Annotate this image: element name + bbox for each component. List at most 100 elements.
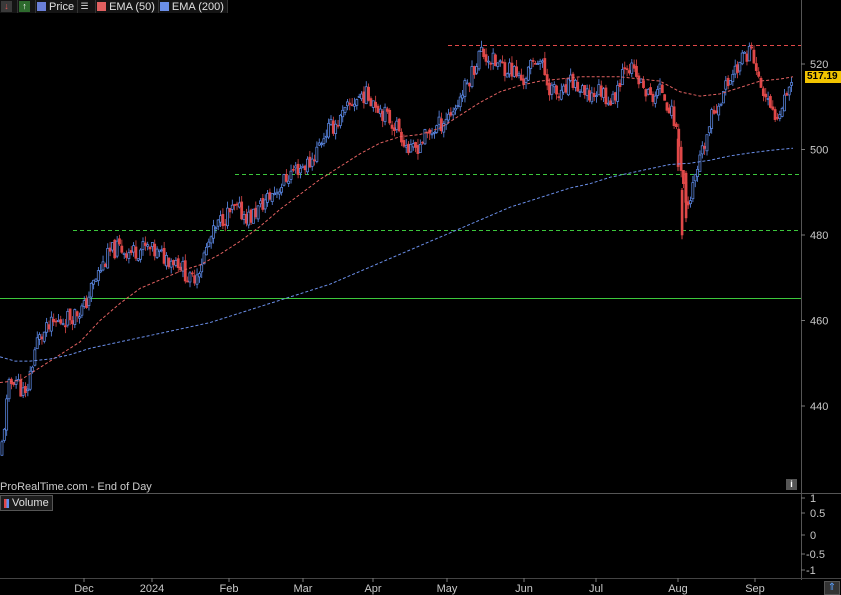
candle (477, 49, 481, 71)
candle-body (411, 143, 415, 148)
price-down-icon[interactable]: ↓ (0, 0, 18, 13)
candle-body (296, 163, 300, 175)
candle-body (573, 79, 577, 88)
candle-body (294, 165, 298, 169)
candle (388, 108, 392, 126)
legend-price[interactable]: Price (36, 0, 79, 13)
candle-body (569, 74, 573, 81)
candle-body (440, 118, 443, 132)
candle-body (597, 84, 601, 96)
candle-body (409, 144, 413, 153)
candle-body (235, 203, 239, 206)
x-tick-label: 2024 (140, 583, 164, 595)
candle-body (367, 86, 370, 101)
candle-body (743, 51, 746, 54)
candle-body (89, 283, 93, 298)
candle-body (343, 106, 347, 113)
candle-body (360, 93, 363, 100)
candle-body (362, 91, 366, 104)
candle-body (169, 260, 173, 268)
candle-body (301, 165, 305, 168)
candle-body (660, 84, 664, 94)
candle-body (71, 320, 74, 325)
candle (249, 208, 253, 225)
candle-body (68, 308, 72, 321)
candle-body (790, 82, 793, 86)
candle-body (754, 63, 758, 71)
candle-body (348, 102, 352, 105)
candle-body (346, 101, 349, 107)
menu-icon[interactable]: ☰ (78, 0, 97, 13)
candle-body (73, 309, 77, 325)
candle-body (487, 60, 490, 63)
candle-body (214, 227, 218, 230)
candle-body (357, 95, 361, 98)
candle-body (461, 94, 464, 99)
candle-body (646, 88, 650, 95)
candle-body (320, 143, 323, 146)
candle-body (80, 305, 84, 316)
volume-panel-label[interactable]: Volume (0, 495, 53, 511)
candle-body (369, 98, 373, 107)
candle-body (252, 208, 255, 224)
candle-body (783, 94, 786, 112)
candle-body (759, 77, 763, 88)
candle-body (221, 214, 225, 227)
candle-body (766, 98, 770, 100)
candle-body (327, 123, 330, 138)
candle-body (63, 325, 67, 328)
volume-color-swatch (4, 498, 9, 508)
candle-body (653, 95, 657, 104)
candle-body (402, 140, 406, 147)
candle-body (371, 100, 375, 108)
candle-body (651, 93, 655, 102)
candle-body (127, 252, 131, 259)
legend-swatch (37, 2, 46, 11)
legend-ema-50[interactable]: EMA (50) (96, 0, 159, 13)
candle-body (736, 64, 739, 73)
candle-body (219, 215, 222, 223)
legend-swatch (97, 2, 107, 11)
candle-body (680, 189, 684, 236)
legend-ema-200[interactable]: EMA (200) (158, 0, 228, 13)
info-icon[interactable]: i (786, 479, 797, 490)
candle-body (595, 95, 598, 97)
candle-body (155, 248, 159, 258)
candle-body (331, 120, 335, 134)
price-up-icon[interactable]: ↑ (18, 0, 36, 13)
candle-body (682, 170, 685, 184)
candle-body (132, 245, 135, 253)
candle-body (691, 182, 695, 200)
candle-body (322, 138, 326, 144)
candle-body (665, 102, 669, 111)
candle-body (604, 87, 608, 105)
candle (768, 94, 772, 109)
price-chart[interactable]: 440 460 480 500 520 1 0.5 0 -0.5 -1 Dec 2024 Feb Mar A… (0, 0, 841, 595)
candle-body (376, 105, 380, 113)
candle-body (752, 49, 756, 64)
candle-body (707, 126, 711, 134)
candle (5, 394, 9, 436)
candle-body (533, 62, 537, 65)
candle-body (336, 124, 340, 127)
candle-body (21, 387, 25, 396)
candle-body (512, 66, 516, 77)
candle-body (280, 187, 283, 193)
candle-body (397, 118, 401, 132)
legend-toolbar: ↓ ↑ Price ☰ EMA (50) EMA (200) (0, 0, 228, 13)
candle-body (49, 316, 53, 332)
candle-body (242, 214, 246, 220)
candle-body (580, 85, 584, 93)
candle-body (353, 103, 356, 107)
candle-body (613, 92, 617, 101)
candle-body (437, 116, 441, 125)
candle-body (393, 127, 396, 131)
y-tick-label: 460 (810, 316, 828, 328)
y-tick-label: 480 (810, 230, 828, 242)
candle-body (176, 258, 180, 268)
candle-body (559, 89, 563, 100)
price-down-icon: ↓ (1, 1, 12, 12)
scroll-up-icon[interactable]: ⇑ (824, 581, 840, 595)
candle-body (510, 62, 514, 77)
candle-body (291, 168, 295, 171)
